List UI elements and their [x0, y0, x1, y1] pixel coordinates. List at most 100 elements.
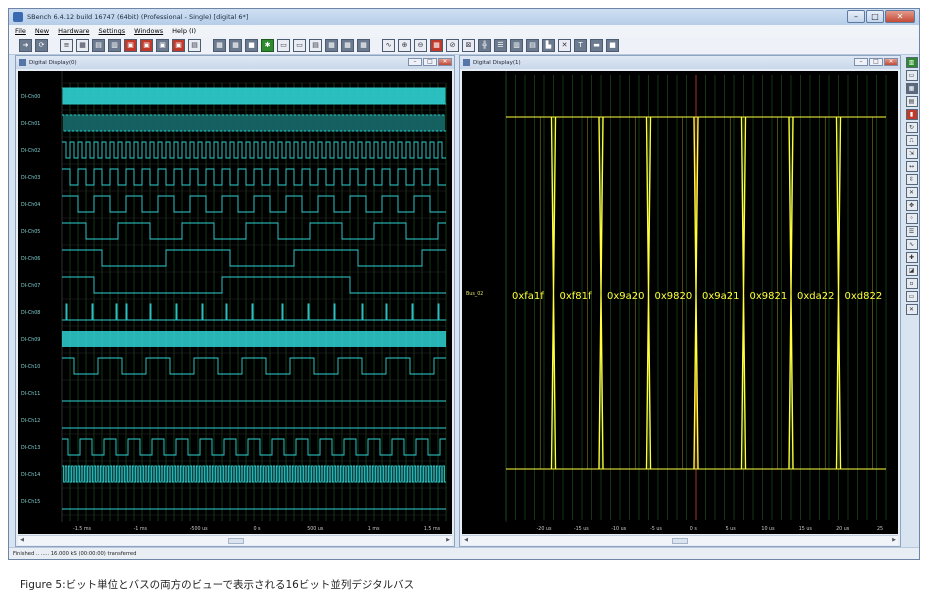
- channel-label[interactable]: DI-Ch09: [21, 337, 40, 343]
- bus-name-label[interactable]: Bus_02: [466, 291, 483, 297]
- grid-icon[interactable]: ▦: [430, 39, 443, 52]
- small-icon[interactable]: ▫: [905, 278, 918, 289]
- channel-label[interactable]: DI-Ch03: [21, 175, 40, 181]
- window-icon[interactable]: ▭: [277, 39, 290, 52]
- print-icon[interactable]: ▤: [188, 39, 201, 52]
- export-icon[interactable]: ▣: [124, 39, 137, 52]
- channel-label[interactable]: DI-Ch07: [21, 283, 40, 289]
- wave2-icon[interactable]: ∿: [905, 239, 918, 250]
- block-icon[interactable]: ■: [606, 39, 619, 52]
- bars-icon[interactable]: ☰: [494, 39, 507, 52]
- doc-maximize-button[interactable]: □: [869, 58, 883, 66]
- channel-label[interactable]: DI-Ch08: [21, 310, 40, 316]
- crosshair-icon[interactable]: ╬: [478, 39, 491, 52]
- compress-icon[interactable]: ⇳: [905, 174, 918, 185]
- scroll-right-arrow-icon[interactable]: ▶: [890, 536, 898, 545]
- report-icon[interactable]: ▣: [172, 39, 185, 52]
- close-x-icon[interactable]: ✕: [905, 187, 918, 198]
- columns-icon[interactable]: ▥: [510, 39, 523, 52]
- analyze-icon[interactable]: ▣: [156, 39, 169, 52]
- list-icon[interactable]: ≡: [60, 39, 73, 52]
- menu-hardware[interactable]: Hardware: [58, 27, 89, 35]
- channel-label[interactable]: DI-Ch06: [21, 256, 40, 262]
- minimize-button[interactable]: –: [847, 10, 865, 23]
- lines-icon[interactable]: ☰: [905, 226, 918, 237]
- channel-label[interactable]: DI-Ch12: [21, 418, 40, 424]
- digital-channels-plot[interactable]: DI-Ch00 DI-Ch01 DI-Ch02 DI-Ch03 DI-Ch04 DI-Ch…: [18, 71, 454, 536]
- channel-label[interactable]: DI-Ch04: [21, 202, 40, 208]
- x-icon[interactable]: ✕: [558, 39, 571, 52]
- tile2-icon[interactable]: ▦: [357, 39, 370, 52]
- wave-icon[interactable]: ∿: [382, 39, 395, 52]
- tag-icon[interactable]: ◪: [905, 265, 918, 276]
- close-button[interactable]: ✕: [885, 10, 915, 23]
- import-icon[interactable]: ▣: [140, 39, 153, 52]
- doc-icon[interactable]: ▤: [309, 39, 322, 52]
- doc-maximize-button[interactable]: □: [423, 58, 437, 66]
- chart-icon[interactable]: ▥: [108, 39, 121, 52]
- scroll-thumb[interactable]: [672, 538, 688, 544]
- digital-icon[interactable]: ▦: [229, 39, 242, 52]
- rotate-icon[interactable]: ↻: [905, 122, 918, 133]
- maximize-button[interactable]: □: [866, 10, 884, 23]
- tile-icon[interactable]: ▦: [325, 39, 338, 52]
- t-icon[interactable]: T: [574, 39, 587, 52]
- doc-minimize-button[interactable]: –: [408, 58, 422, 66]
- refresh-icon[interactable]: ⟳: [35, 39, 48, 52]
- scroll-left-arrow-icon[interactable]: ◀: [462, 536, 470, 545]
- horizontal-scrollbar[interactable]: ◀ ▶: [462, 535, 898, 545]
- save-icon[interactable]: ■: [245, 39, 258, 52]
- split-icon[interactable]: ▭: [293, 39, 306, 52]
- bus-plot-area[interactable]: Bus_02 0xfa1f 0xf81f 0x9a20 0x9820 0x9a21 0x98…: [462, 71, 898, 534]
- menu-help[interactable]: Help (I): [172, 27, 196, 35]
- doc-close-button[interactable]: ✕: [884, 58, 898, 66]
- channel-label[interactable]: DI-Ch10: [21, 364, 40, 370]
- doc-close-button[interactable]: ✕: [438, 58, 452, 66]
- channel-label[interactable]: DI-Ch11: [21, 391, 40, 397]
- delete-icon[interactable]: ✕: [905, 304, 918, 315]
- measure-icon[interactable]: ⊠: [462, 39, 475, 52]
- cursor-icon[interactable]: ⊘: [446, 39, 459, 52]
- cascade-icon[interactable]: ▦: [341, 39, 354, 52]
- doc-minimize-button[interactable]: –: [854, 58, 868, 66]
- channel-label[interactable]: DI-Ch02: [21, 148, 40, 154]
- zoom-out-icon[interactable]: ⊖: [414, 39, 427, 52]
- menu-file[interactable]: File: [15, 27, 26, 35]
- channel-label[interactable]: DI-Ch14: [21, 472, 40, 478]
- meter-icon[interactable]: ▦: [905, 83, 918, 94]
- arrow-icon[interactable]: ➜: [19, 39, 32, 52]
- menu-windows[interactable]: Windows: [134, 27, 163, 35]
- red-tool-icon[interactable]: ▮: [905, 109, 918, 120]
- table-icon[interactable]: ▦: [76, 39, 89, 52]
- hbar-icon[interactable]: ▬: [590, 39, 603, 52]
- display-icon[interactable]: ▦: [213, 39, 226, 52]
- gray-icon[interactable]: ▭: [905, 291, 918, 302]
- export2-icon[interactable]: ⇲: [905, 148, 918, 159]
- scroll-left-arrow-icon[interactable]: ◀: [18, 536, 26, 545]
- settings-gear-icon[interactable]: ✱: [261, 39, 274, 52]
- channel-label[interactable]: DI-Ch00: [21, 94, 40, 100]
- menu-settings[interactable]: Settings: [98, 27, 125, 35]
- menu-new[interactable]: New: [35, 27, 49, 35]
- panel-green-icon[interactable]: ▥: [905, 57, 918, 68]
- cross2-icon[interactable]: ✚: [905, 252, 918, 263]
- flag-icon[interactable]: ▙: [542, 39, 555, 52]
- calc2-icon[interactable]: ▤: [905, 96, 918, 107]
- bus-plot[interactable]: Bus_02 0xfa1f 0xf81f 0x9a20 0x9820 0x9a21 0x98…: [462, 71, 900, 536]
- digital-plot-area[interactable]: DI-Ch00 DI-Ch01 DI-Ch02 DI-Ch03 DI-Ch04 DI-Ch…: [18, 71, 452, 534]
- pulse-icon[interactable]: ⎍: [905, 135, 918, 146]
- channel-label[interactable]: DI-Ch15: [21, 499, 40, 505]
- expand-icon[interactable]: ✥: [905, 200, 918, 211]
- channel-label[interactable]: DI-Ch01: [21, 121, 40, 127]
- calc-icon[interactable]: ▤: [92, 39, 105, 52]
- horizontal-scrollbar[interactable]: ◀ ▶: [18, 535, 452, 545]
- panel-blank-icon[interactable]: ▭: [905, 70, 918, 81]
- zoom-in-icon[interactable]: ⊕: [398, 39, 411, 52]
- scroll-thumb[interactable]: [228, 538, 244, 544]
- dots-icon[interactable]: ⁘: [905, 213, 918, 224]
- scroll-right-arrow-icon[interactable]: ▶: [444, 536, 452, 545]
- span-icon[interactable]: ↔: [905, 161, 918, 172]
- layout-icon[interactable]: ▤: [526, 39, 539, 52]
- channel-label[interactable]: DI-Ch13: [21, 445, 40, 451]
- channel-label[interactable]: DI-Ch05: [21, 229, 40, 235]
